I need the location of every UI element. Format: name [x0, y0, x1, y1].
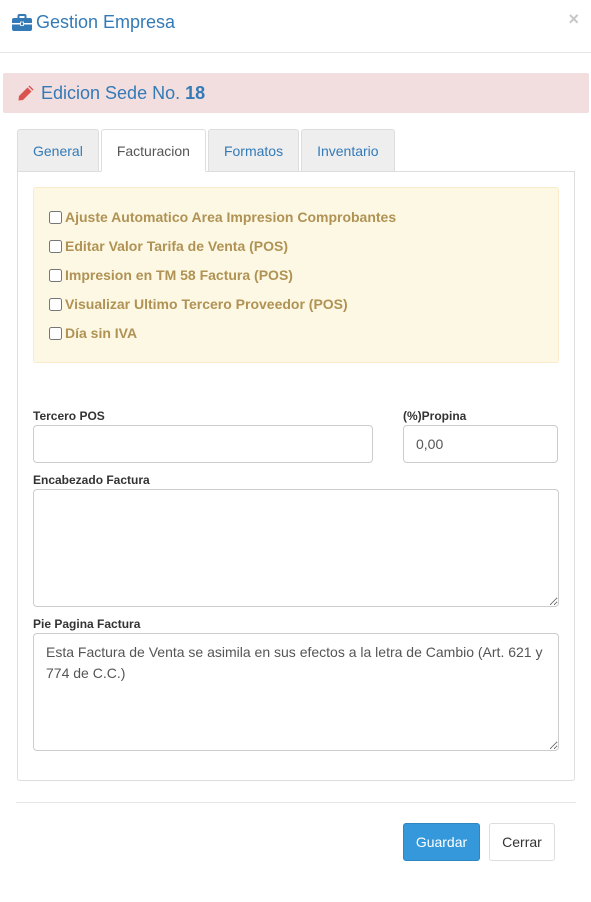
tab-formatos[interactable]: Formatos — [207, 129, 300, 171]
editar-valor-tarifa-checkbox[interactable] — [49, 239, 62, 253]
option-dia-sin-iva[interactable]: Día sin IVA — [49, 325, 137, 341]
option-label: Ajuste Automatico Area Impresion Comprob… — [65, 209, 397, 225]
propina-input[interactable] — [403, 425, 558, 463]
option-label: Día sin IVA — [65, 325, 138, 341]
footer-divider — [16, 802, 576, 803]
option-visualizar-ultimo-tercero[interactable]: Visualizar Ultimo Tercero Proveedor (POS… — [49, 296, 348, 312]
encabezado-factura-label: Encabezado Factura — [33, 473, 150, 487]
modal-title-text: Gestion Empresa — [36, 12, 176, 32]
option-label: Impresion en TM 58 Factura (POS) — [65, 267, 293, 283]
cerrar-button[interactable]: Cerrar — [489, 823, 555, 861]
pie-pagina-factura-textarea[interactable]: Esta Factura de Venta se asimila en sus … — [33, 633, 559, 751]
tercero-pos-input[interactable] — [33, 425, 373, 463]
pencil-icon — [18, 85, 34, 101]
tab-inventario[interactable]: Inventario — [301, 129, 395, 171]
option-ajuste-automatico[interactable]: Ajuste Automatico Area Impresion Comprob… — [49, 209, 396, 225]
briefcase-icon — [12, 14, 32, 31]
tab-bar: General Facturacion Formatos Inventario — [17, 129, 397, 172]
impresion-tm58-checkbox[interactable] — [49, 268, 62, 282]
modal-header: Gestion Empresa × — [0, 0, 591, 53]
edit-sede-banner: Edicion Sede No. 18 — [3, 73, 589, 113]
close-icon[interactable]: × — [568, 9, 579, 30]
option-impresion-tm58[interactable]: Impresion en TM 58 Factura (POS) — [49, 267, 293, 283]
encabezado-factura-textarea[interactable] — [33, 489, 559, 607]
pie-pagina-factura-label: Pie Pagina Factura — [33, 617, 141, 631]
visualizar-ultimo-tercero-checkbox[interactable] — [49, 297, 62, 311]
ajuste-automatico-checkbox[interactable] — [49, 210, 62, 224]
edit-sede-label: Edicion Sede No. — [41, 82, 181, 103]
options-box: Ajuste Automatico Area Impresion Comprob… — [33, 187, 559, 363]
option-editar-valor-tarifa[interactable]: Editar Valor Tarifa de Venta (POS) — [49, 238, 288, 254]
sede-number: 18 — [185, 82, 206, 103]
tab-general[interactable]: General — [17, 129, 99, 171]
guardar-button[interactable]: Guardar — [403, 823, 480, 861]
tab-facturacion[interactable]: Facturacion — [100, 129, 206, 172]
propina-label: (%)Propina — [403, 409, 467, 423]
dia-sin-iva-checkbox[interactable] — [49, 326, 62, 340]
tercero-pos-label: Tercero POS — [33, 409, 105, 423]
option-label: Visualizar Ultimo Tercero Proveedor (POS… — [65, 296, 348, 312]
modal-title: Gestion Empresa — [12, 12, 175, 33]
option-label: Editar Valor Tarifa de Venta (POS) — [65, 238, 289, 254]
